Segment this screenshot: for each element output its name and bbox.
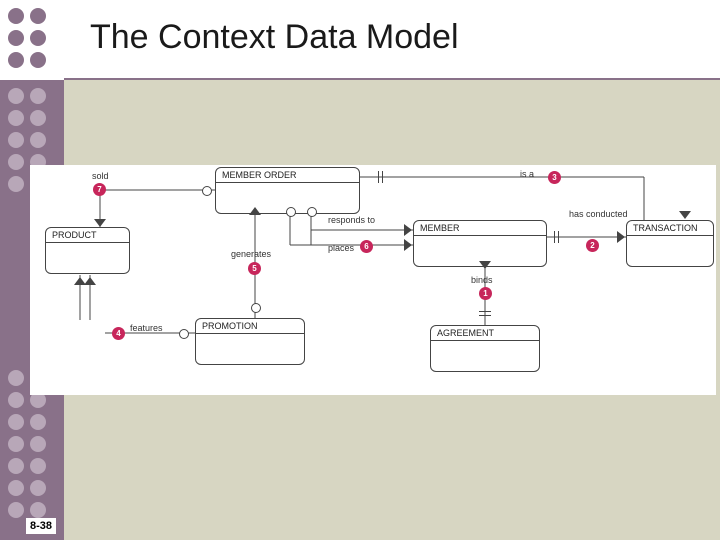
entity-label: MEMBER ORDER [216,168,359,183]
tick-icon [554,231,555,243]
optional-icon [286,207,296,217]
rel-marker-7: 7 [93,183,106,196]
rel-label-responds: responds to [328,215,375,225]
crowfoot-icon [679,211,691,219]
entity-label: PROMOTION [196,319,304,334]
entity-label: PRODUCT [46,228,129,243]
rel-label-sold: sold [92,171,109,181]
optional-icon [179,329,189,339]
crowfoot-icon [617,231,625,243]
rel-label-places: places [328,243,354,253]
crowfoot-icon [404,239,412,251]
rel-label-isa: is a [520,169,534,179]
tick-icon [558,231,559,243]
erd-diagram: MEMBER ORDER PRODUCT PROMOTION MEMBER AG… [30,165,716,395]
entity-label: MEMBER [414,221,546,236]
entity-product: PRODUCT [45,227,130,274]
optional-icon [307,207,317,217]
entity-promotion: PROMOTION [195,318,305,365]
page-number: 8-38 [26,518,56,534]
entity-transaction: TRANSACTION [626,220,714,267]
tick-icon [479,311,491,312]
entity-label: TRANSACTION [627,221,713,236]
tick-icon [378,171,379,183]
page-title: The Context Data Model [90,18,459,57]
tick-icon [382,171,383,183]
entity-label: AGREEMENT [431,326,539,341]
crowfoot-icon [404,224,412,236]
rel-label-features: features [130,323,163,333]
entity-agreement: AGREEMENT [430,325,540,372]
title-bar: The Context Data Model [64,0,720,80]
optional-icon [251,303,261,313]
rel-marker-4: 4 [112,327,125,340]
rel-label-binds: binds [471,275,493,285]
rel-marker-2: 2 [586,239,599,252]
tick-icon [479,315,491,316]
crowfoot-icon [74,277,86,285]
rel-marker-6: 6 [360,240,373,253]
slide: The Context Data Model [0,0,720,540]
connectors [30,165,716,395]
rel-marker-3: 3 [548,171,561,184]
entity-member: MEMBER [413,220,547,267]
rel-label-generates: generates [231,249,271,259]
rel-label-conducted: has conducted [569,210,621,219]
rel-marker-1: 1 [479,287,492,300]
rel-marker-5: 5 [248,262,261,275]
optional-icon [202,186,212,196]
crowfoot-icon [249,207,261,215]
crowfoot-icon [94,219,106,227]
crowfoot-icon [479,261,491,269]
